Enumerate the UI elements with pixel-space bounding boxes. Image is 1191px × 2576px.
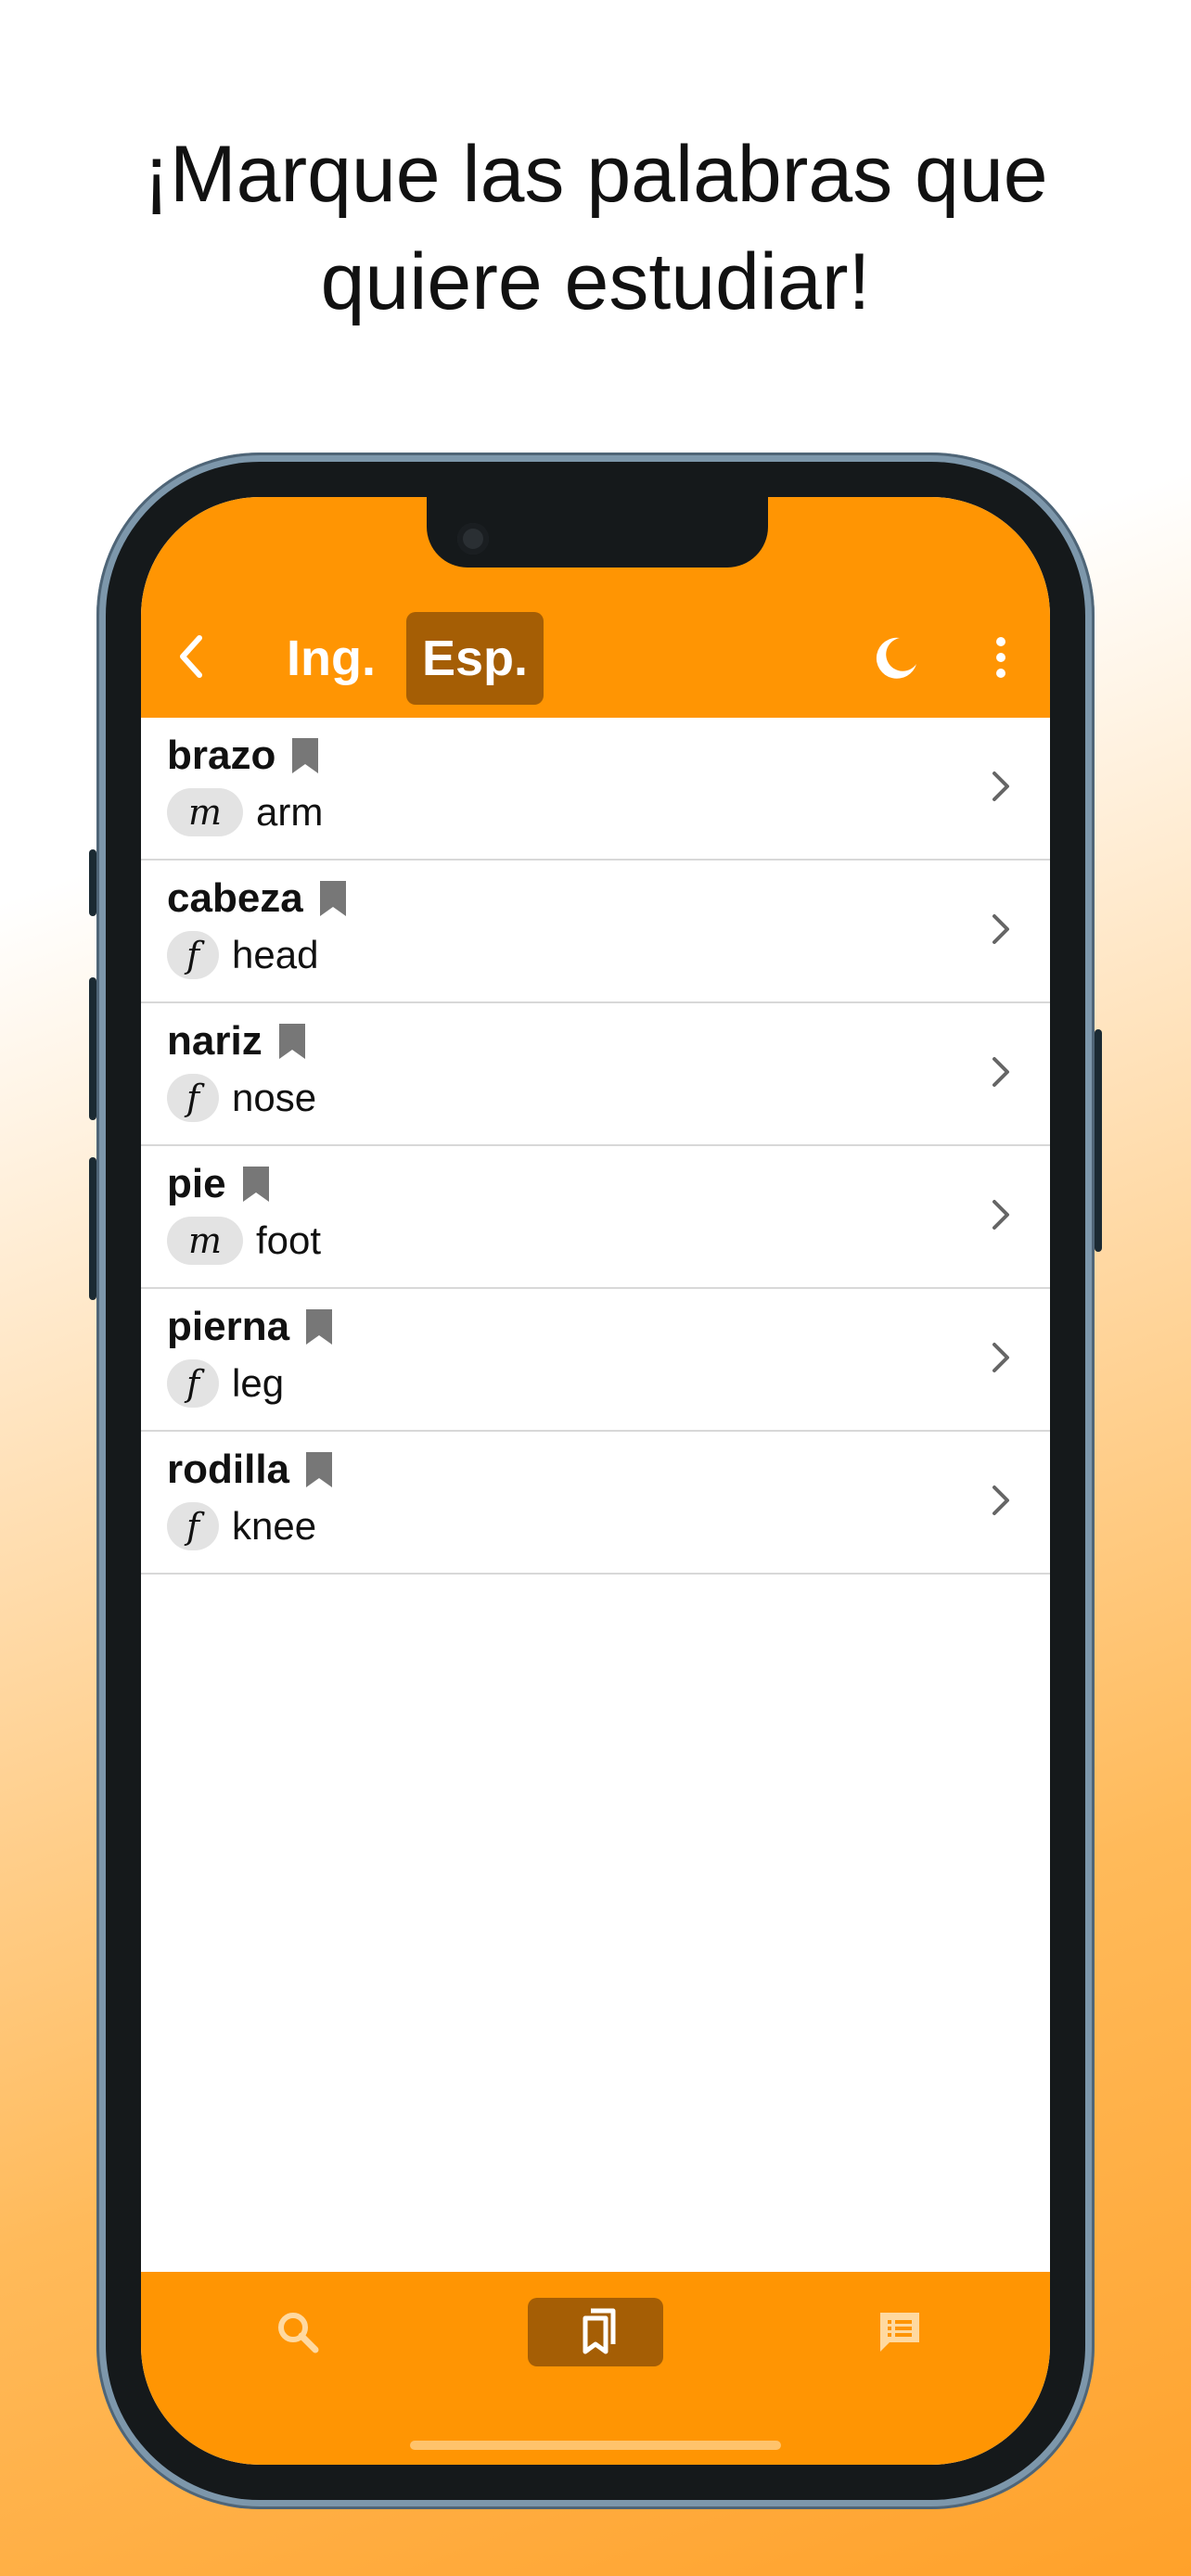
bookmark-icon[interactable] [290, 736, 320, 775]
notch [427, 497, 768, 567]
word-text: pierna [167, 1304, 290, 1349]
list-item[interactable]: rodilla f knee [141, 1432, 1050, 1575]
search-icon [278, 2313, 319, 2353]
home-indicator[interactable] [410, 2441, 781, 2450]
translation-text: foot [256, 1218, 322, 1262]
chevron-right-icon [992, 1057, 1009, 1087]
gender-badge: m [167, 1217, 243, 1265]
gender-badge: f [167, 1502, 219, 1550]
gender-badge: f [167, 1359, 219, 1408]
side-button [1095, 1029, 1102, 1252]
bookmark-icon[interactable] [318, 879, 348, 918]
word-text: cabeza [167, 875, 303, 921]
list-item[interactable]: brazo m arm [141, 718, 1050, 861]
word-list: brazo m arm cabeza f head nariz f nose p… [141, 718, 1050, 1575]
nav-phrases[interactable] [832, 2298, 967, 2366]
moon-icon [876, 637, 916, 679]
translation-line: f head [167, 931, 318, 979]
word-text: nariz [167, 1018, 263, 1064]
app-bar: Ing. Esp. [141, 497, 1050, 718]
chevron-right-icon [992, 1200, 1009, 1230]
chevron-right-icon [992, 772, 1009, 801]
word-line: cabeza [167, 875, 348, 922]
gender-badge: m [167, 788, 243, 836]
bottom-nav [141, 2272, 1050, 2465]
bookmarks-icon [583, 2308, 616, 2354]
bookmark-icon[interactable] [304, 1450, 334, 1489]
more-options-button[interactable] [976, 632, 1026, 682]
word-text: brazo [167, 733, 276, 778]
gender-badge: f [167, 931, 219, 979]
word-line: pie [167, 1161, 271, 1207]
headline-line-1: ¡Marque las palabras que [143, 130, 1048, 219]
translation-line: f knee [167, 1502, 316, 1550]
word-line: brazo [167, 733, 320, 779]
translation-line: m foot [167, 1217, 321, 1265]
translation-text: leg [232, 1361, 285, 1405]
tab-english[interactable]: Ing. [271, 612, 391, 705]
chevron-right-icon [992, 914, 1009, 944]
translation-text: nose [232, 1076, 317, 1119]
nav-saved-words[interactable] [528, 2298, 663, 2366]
translation-text: arm [256, 790, 324, 834]
bookmark-icon[interactable] [304, 1307, 334, 1346]
back-button[interactable] [169, 634, 213, 679]
headline: ¡Marque las palabras que quiere estudiar… [0, 121, 1191, 336]
back-arrow-icon [180, 635, 202, 678]
word-text: pie [167, 1161, 226, 1206]
gender-badge: f [167, 1074, 219, 1122]
word-text: rodilla [167, 1447, 290, 1492]
bookmark-icon[interactable] [241, 1165, 271, 1204]
list-item[interactable]: pierna f leg [141, 1289, 1050, 1432]
messages-icon [880, 2313, 919, 2352]
side-button [89, 849, 96, 916]
translation-line: f leg [167, 1359, 284, 1408]
dark-mode-button[interactable] [872, 632, 922, 682]
chevron-right-icon [992, 1343, 1009, 1372]
headline-line-2: quiere estudiar! [320, 237, 871, 326]
list-item[interactable]: nariz f nose [141, 1003, 1050, 1146]
word-line: nariz [167, 1018, 307, 1065]
tab-spanish[interactable]: Esp. [406, 612, 544, 705]
translation-line: m arm [167, 788, 323, 836]
side-button [89, 1157, 96, 1300]
phone-screen: Ing. Esp. brazo m arm cabeza f head nari… [141, 497, 1050, 2465]
camera [457, 523, 489, 555]
more-vert-icon [996, 637, 1005, 678]
nav-search[interactable] [230, 2298, 365, 2366]
chevron-right-icon [992, 1486, 1009, 1515]
bookmark-icon[interactable] [277, 1022, 307, 1061]
word-line: pierna [167, 1304, 334, 1350]
translation-text: knee [232, 1504, 317, 1548]
translation-line: f nose [167, 1074, 316, 1122]
side-button [89, 977, 96, 1120]
list-item[interactable]: cabeza f head [141, 861, 1050, 1003]
translation-text: head [232, 933, 319, 976]
word-line: rodilla [167, 1447, 334, 1493]
list-item[interactable]: pie m foot [141, 1146, 1050, 1289]
